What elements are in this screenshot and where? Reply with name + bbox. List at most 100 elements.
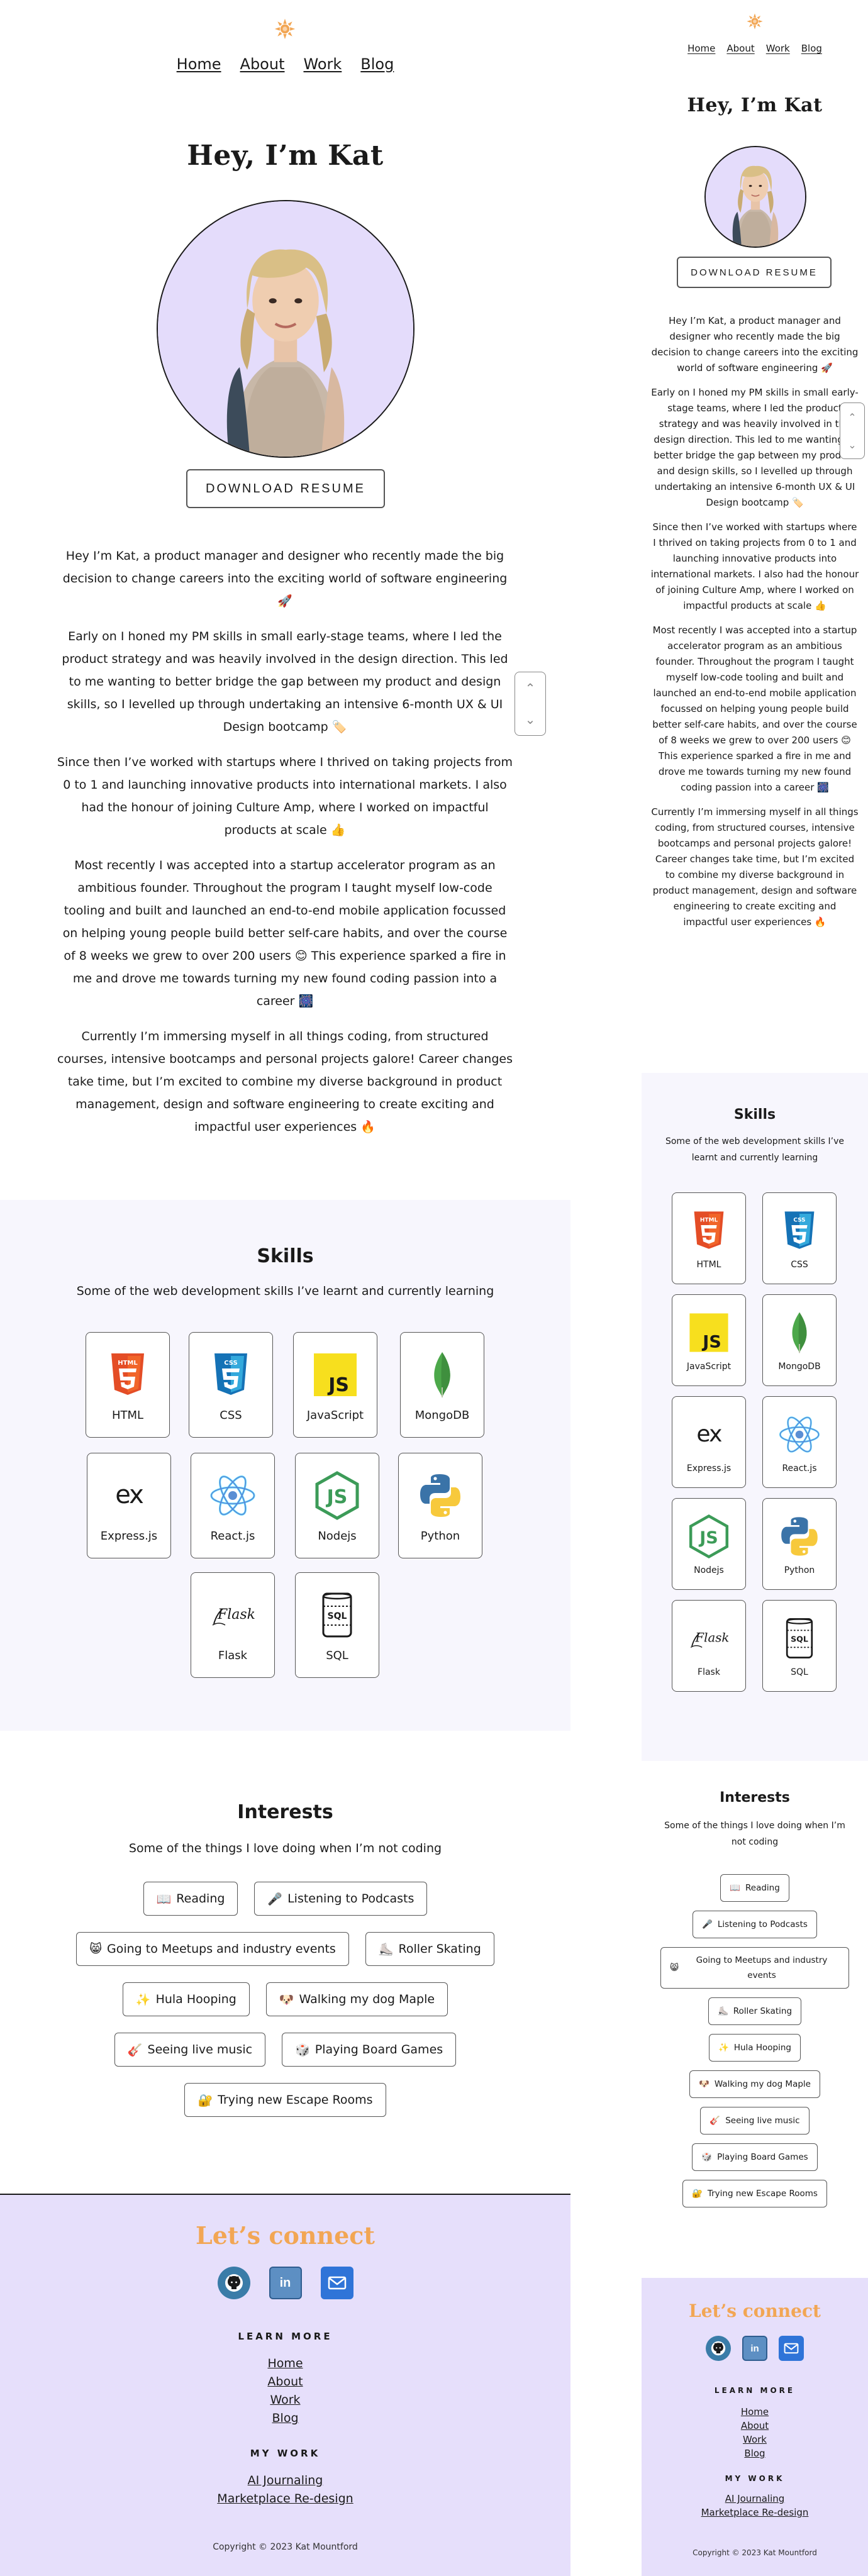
nav-link-blog[interactable]: Blog	[360, 55, 394, 73]
linkedin-icon[interactable]: in	[742, 2336, 767, 2361]
interest-chip: 📖 Reading	[143, 1882, 238, 1916]
footer-link-home[interactable]: Home	[0, 2355, 570, 2373]
skill-card-css: CSS	[189, 1332, 273, 1438]
footer-link-ai-journaling[interactable]: AI Journaling	[642, 2492, 868, 2506]
nav-link-work[interactable]: Work	[304, 55, 342, 73]
scroll-indicator[interactable]: ⌃ ⌄	[840, 402, 865, 459]
sun-logo-icon[interactable]	[746, 13, 764, 30]
bio-paragraph-4: Most recently I was accepted into a star…	[652, 625, 857, 793]
footer-link-about[interactable]: About	[642, 2419, 868, 2433]
interest-chip: 🎸 Seeing live music	[114, 2033, 266, 2067]
bio-paragraph-1: Hey I’m Kat, a product manager and desig…	[651, 315, 859, 374]
nav-link-about[interactable]: About	[240, 55, 285, 73]
main-nav: Home About Work Blog	[0, 55, 570, 73]
linkedin-icon[interactable]: in	[269, 2267, 302, 2299]
scroll-indicator[interactable]: ⌃ ⌄	[515, 672, 546, 736]
nav-link-home[interactable]: Home	[177, 55, 221, 73]
bio-paragraph-1: Hey I’m Kat, a product manager and desig…	[62, 549, 508, 608]
skill-label: Express.js	[686, 1463, 732, 1474]
nav-link-home[interactable]: Home	[687, 43, 715, 54]
footer-link-about[interactable]: About	[0, 2373, 570, 2391]
javascript-icon	[685, 1309, 733, 1357]
cat-face-icon: 😸	[670, 1963, 679, 1973]
bio-paragraph-2: Early on I honed my PM skills in small e…	[62, 630, 508, 734]
bio-paragraph-3: Since then I’ve worked with startups whe…	[57, 755, 513, 837]
bio-section: Hey I’m Kat, a product manager and desig…	[650, 313, 859, 939]
chevron-up-icon[interactable]: ⌃	[848, 411, 856, 423]
skills-title: Skills	[733, 1107, 776, 1123]
skill-label: Python	[784, 1565, 815, 1575]
footer-link-home[interactable]: Home	[642, 2405, 868, 2419]
nav-link-work[interactable]: Work	[766, 43, 790, 54]
python-icon	[414, 1469, 467, 1522]
skill-label: CSS	[791, 1260, 808, 1270]
chevron-down-icon[interactable]: ⌄	[848, 439, 856, 451]
interest-chip: ✨ Hula Hooping	[122, 1982, 250, 2016]
book-icon: 📖	[730, 1883, 740, 1893]
sparkles-icon: ✨	[718, 2043, 729, 2053]
skill-label: Flask	[698, 1667, 720, 1677]
skills-title: Skills	[257, 1245, 314, 1267]
copyright: Copyright © 2023 Kat Mountford	[693, 2548, 817, 2557]
interest-label: Going to Meetups and industry events	[107, 1942, 336, 1956]
chevron-up-icon[interactable]: ⌃	[525, 680, 536, 696]
interest-label: Playing Board Games	[717, 2152, 808, 2162]
sparkles-icon: ✨	[135, 1992, 151, 2007]
footer-link-work[interactable]: Work	[0, 2391, 570, 2409]
javascript-icon	[309, 1348, 362, 1401]
chevron-down-icon[interactable]: ⌄	[525, 712, 536, 727]
dice-icon: 🎲	[295, 2043, 310, 2057]
skill-label: Express.js	[100, 1529, 158, 1543]
interest-label: Walking my dog Maple	[714, 2079, 811, 2089]
skill-card-flask: Flask	[672, 1600, 746, 1692]
skill-card-javascript: JavaScript	[293, 1332, 377, 1438]
github-icon[interactable]	[217, 2267, 250, 2299]
skill-label: MongoDB	[778, 1362, 821, 1372]
sun-logo-icon[interactable]	[274, 18, 296, 40]
download-resume-button[interactable]: DOWNLOAD RESUME	[677, 257, 832, 288]
copyright: Copyright © 2023 Kat Mountford	[213, 2542, 358, 2552]
interest-label: Listening to Podcasts	[287, 1892, 415, 1906]
skill-card-html: HTML	[86, 1332, 170, 1438]
mail-icon[interactable]	[320, 2267, 353, 2299]
my-work-links: AI Journaling Marketplace Re-design	[0, 2472, 570, 2508]
microphone-icon: 🎤	[267, 1892, 283, 1906]
interest-label: Hula Hooping	[155, 1992, 236, 2006]
footer-link-blog[interactable]: Blog	[642, 2446, 868, 2460]
hero-title: Hey, I’m Kat	[687, 94, 823, 116]
footer-link-blog[interactable]: Blog	[0, 2409, 570, 2428]
interest-chip: ⛸️ Roller Skating	[365, 1932, 494, 1966]
skill-label: MongoDB	[415, 1408, 470, 1422]
my-work-heading: MY WORK	[250, 2448, 321, 2459]
skills-subtitle: Some of the web development skills I’ve …	[665, 1136, 845, 1163]
github-icon[interactable]	[706, 2336, 731, 2361]
footer-link-marketplace[interactable]: Marketplace Re-design	[0, 2490, 570, 2508]
mail-icon[interactable]	[779, 2336, 804, 2361]
skill-card-mongodb: MongoDB	[400, 1332, 484, 1438]
lock-icon: 🔐	[692, 2189, 703, 2199]
bio-paragraph-3: Since then I’ve worked with startups whe…	[650, 521, 859, 611]
interest-label: Roller Skating	[733, 2006, 793, 2016]
skills-subtitle: Some of the web development skills I’ve …	[76, 1284, 494, 1298]
dog-icon: 🐶	[279, 1992, 294, 2007]
dog-icon: 🐶	[699, 2079, 709, 2089]
nav-link-blog[interactable]: Blog	[801, 43, 822, 54]
interest-chip: 🔐 Trying new Escape Rooms	[184, 2083, 386, 2117]
guitar-icon: 🎸	[127, 2043, 143, 2057]
express-icon	[685, 1411, 733, 1458]
nav-link-about[interactable]: About	[726, 43, 754, 54]
skill-card-css: CSS	[762, 1192, 837, 1284]
skill-label: HTML	[111, 1408, 144, 1422]
mongodb-icon	[776, 1309, 823, 1357]
footer-link-work[interactable]: Work	[642, 2433, 868, 2446]
footer-link-marketplace[interactable]: Marketplace Re-design	[642, 2506, 868, 2519]
download-resume-button[interactable]: DOWNLOAD RESUME	[186, 469, 385, 508]
footer-link-ai-journaling[interactable]: AI Journaling	[0, 2472, 570, 2490]
skill-label: SQL	[791, 1667, 808, 1677]
linkedin-text: in	[750, 2343, 759, 2354]
skill-card-sql: SQL	[295, 1572, 379, 1678]
flask-icon	[685, 1614, 733, 1662]
main-nav: Home About Work Blog	[642, 43, 868, 54]
interest-chip: 🎲 Playing Board Games	[282, 2033, 457, 2067]
skill-label: React.js	[210, 1529, 255, 1543]
